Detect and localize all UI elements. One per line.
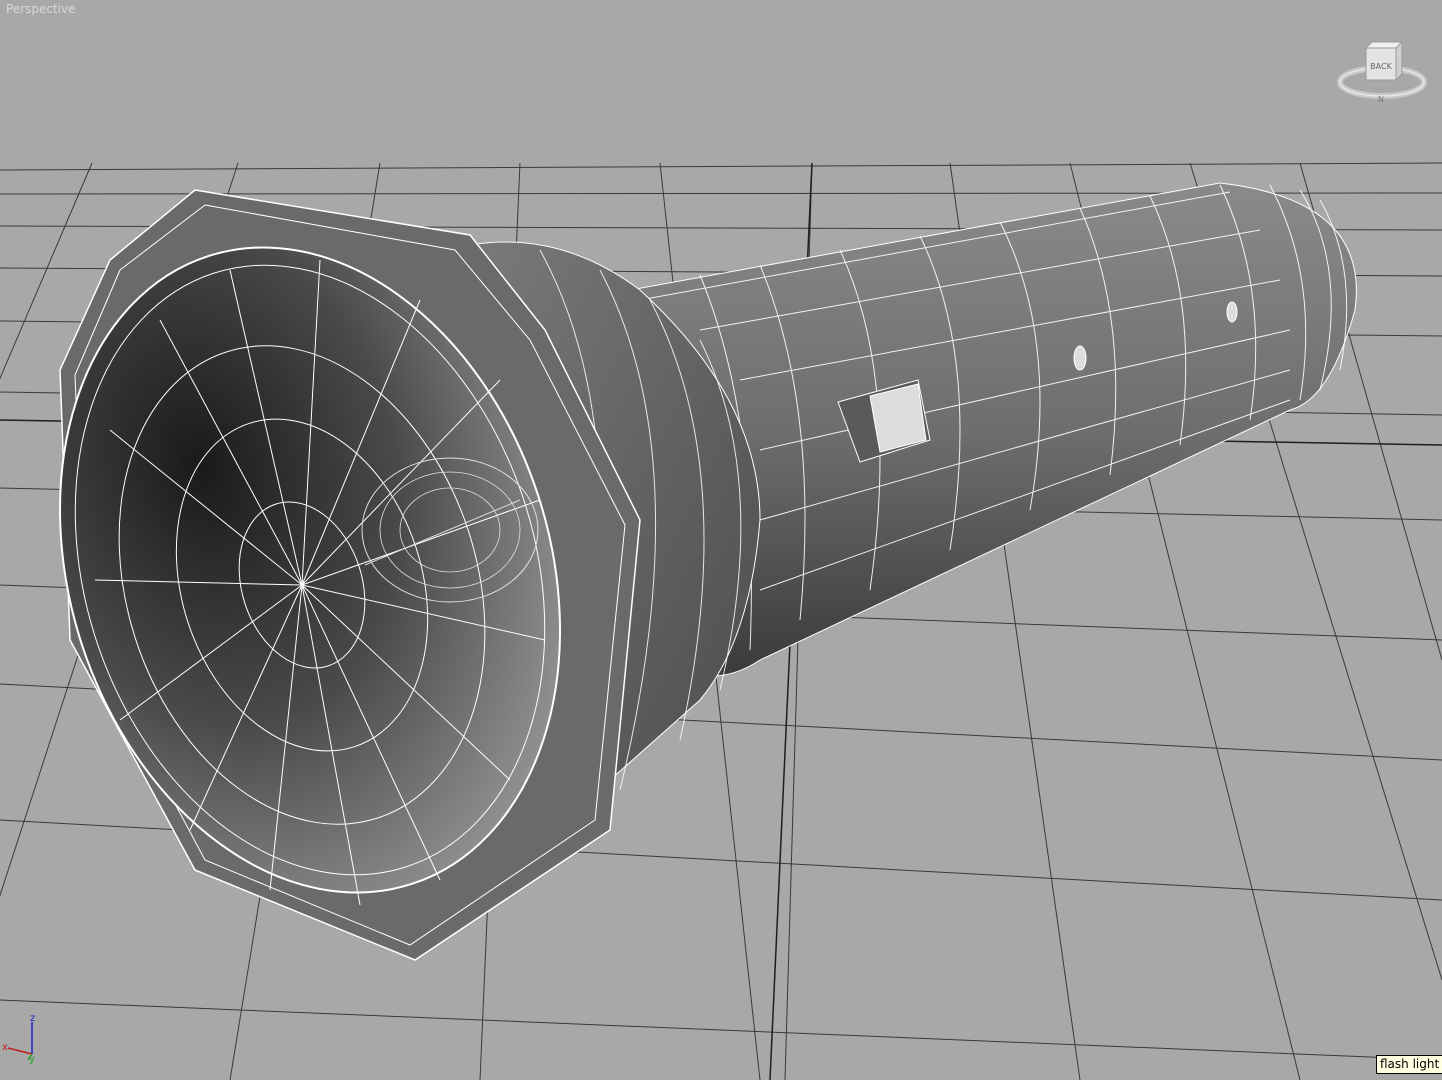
object-tooltip: flash light bbox=[1376, 1055, 1442, 1074]
viewcube-compass-label: N bbox=[1378, 95, 1384, 104]
axis-tripod-icon: z x y bbox=[2, 1013, 35, 1065]
axis-y-label: y bbox=[29, 1054, 35, 1065]
flashlight-model[interactable] bbox=[0, 0, 1442, 1080]
viewport-label[interactable]: Perspective bbox=[6, 2, 76, 16]
axis-z-label: z bbox=[30, 1013, 35, 1024]
axis-x-label: x bbox=[2, 1042, 8, 1053]
perspective-viewport[interactable]: Perspective BACK N z x y flash light bbox=[0, 0, 1442, 1080]
viewcube-face-label: BACK bbox=[1370, 62, 1392, 71]
viewcube-icon[interactable]: BACK N bbox=[1336, 38, 1428, 106]
